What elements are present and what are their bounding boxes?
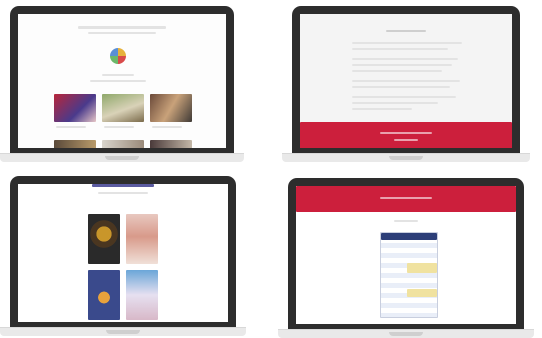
table-highlight bbox=[407, 263, 437, 273]
laptop-notch bbox=[105, 156, 139, 160]
body-text bbox=[352, 96, 456, 98]
laptop-top-left bbox=[0, 6, 244, 162]
heading-text bbox=[98, 192, 148, 194]
body-text bbox=[352, 80, 460, 82]
body-text bbox=[352, 48, 448, 50]
poster-image[interactable] bbox=[126, 214, 158, 264]
laptop-notch bbox=[389, 156, 423, 160]
laptop-base bbox=[0, 153, 244, 162]
body-text bbox=[352, 86, 450, 88]
laptop-notch bbox=[106, 330, 140, 334]
laptop-bottom-right bbox=[278, 178, 534, 338]
body-text bbox=[352, 70, 442, 72]
table-header bbox=[381, 233, 437, 240]
thumbnail-image[interactable] bbox=[102, 94, 144, 122]
header-text bbox=[380, 197, 432, 199]
caption-text bbox=[90, 80, 146, 82]
thumbnail-image[interactable] bbox=[150, 94, 192, 122]
thumbnail-image[interactable] bbox=[54, 140, 96, 148]
poster-image[interactable] bbox=[88, 214, 120, 264]
laptop-screen bbox=[18, 184, 228, 322]
heading-text bbox=[78, 26, 166, 29]
laptop-bezel bbox=[288, 178, 524, 330]
heading-text bbox=[386, 30, 426, 32]
body-text bbox=[352, 42, 462, 44]
body-text bbox=[352, 102, 438, 104]
poster-image[interactable] bbox=[88, 270, 120, 320]
data-table-image[interactable] bbox=[380, 232, 438, 318]
logo-icon bbox=[110, 48, 126, 64]
thumbnail-image[interactable] bbox=[102, 140, 144, 148]
top-nav-bar bbox=[92, 184, 154, 187]
laptop-base bbox=[0, 327, 246, 336]
laptop-bottom-left bbox=[0, 176, 246, 336]
poster-image[interactable] bbox=[126, 270, 158, 320]
thumbnail-image[interactable] bbox=[54, 94, 96, 122]
laptop-bezel bbox=[10, 176, 236, 328]
heading-text bbox=[88, 32, 156, 34]
footer-band bbox=[300, 122, 512, 148]
laptop-base bbox=[278, 329, 534, 338]
body-text bbox=[352, 108, 412, 110]
laptop-top-right bbox=[282, 6, 530, 162]
laptop-base bbox=[282, 153, 530, 162]
laptop-bezel bbox=[10, 6, 234, 154]
body-text bbox=[352, 64, 452, 66]
footer-text bbox=[394, 139, 418, 141]
body-text bbox=[352, 58, 458, 60]
laptop-screen bbox=[300, 14, 512, 148]
caption-text bbox=[104, 126, 134, 128]
laptop-bezel bbox=[292, 6, 520, 154]
table-highlight bbox=[407, 289, 437, 297]
caption-text bbox=[102, 74, 134, 76]
footer-text bbox=[380, 132, 432, 134]
heading-text bbox=[394, 220, 418, 222]
thumbnail-image[interactable] bbox=[150, 140, 192, 148]
laptop-notch bbox=[389, 332, 423, 336]
laptop-screen bbox=[296, 186, 516, 324]
caption-text bbox=[152, 126, 182, 128]
laptop-screen bbox=[18, 14, 226, 148]
header-band bbox=[296, 186, 516, 212]
caption-text bbox=[56, 126, 86, 128]
